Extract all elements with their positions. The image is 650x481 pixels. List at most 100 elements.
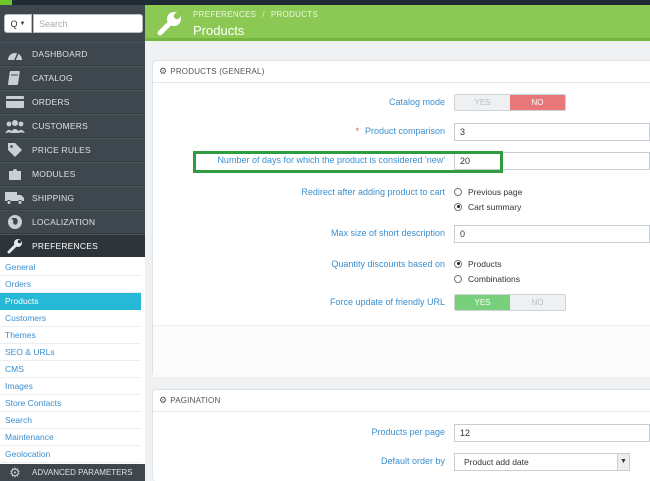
subnav-item-seo-urls[interactable]: SEO & URLs xyxy=(0,344,141,361)
nav-item-shipping[interactable]: SHIPPING xyxy=(0,186,145,210)
search-icon: Q xyxy=(10,18,18,29)
nav-item-label: PREFERENCES xyxy=(32,241,98,251)
product-comparison-label-text: Product comparison xyxy=(364,126,445,136)
short-desc-label: Max size of short description xyxy=(330,228,445,238)
nav-item-advanced-parameters[interactable]: ⚙ ADVANCED PARAMETERS xyxy=(0,464,145,481)
default-order-label: Default order by xyxy=(380,456,445,466)
pagination-panel: ⚙ PAGINATION Products per page 12 Defaul… xyxy=(152,389,650,481)
redirect-label: Redirect after adding product to cart xyxy=(301,187,445,197)
page-title: Products xyxy=(193,23,245,38)
per-page-row: Products per page 12 xyxy=(153,424,650,444)
per-page-label: Products per page xyxy=(371,427,445,437)
subnav-item-maintenance[interactable]: Maintenance xyxy=(0,429,141,446)
gears-icon: ⚙ xyxy=(9,464,21,480)
chevron-down-icon: ▼ xyxy=(19,20,26,27)
localization-icon xyxy=(4,213,26,231)
search-type-button[interactable]: Q ▼ xyxy=(4,14,32,33)
subnav-item-store-contacts[interactable]: Store Contacts xyxy=(0,395,141,412)
redirect-option-cart-summary[interactable]: Cart summary xyxy=(454,199,522,214)
highlight-box xyxy=(193,151,503,173)
page-header: PREFERENCES / PRODUCTS Products xyxy=(145,5,650,41)
modules-icon xyxy=(4,165,26,183)
catalog-mode-switch[interactable]: YES NO xyxy=(454,94,566,111)
per-page-input[interactable]: 12 xyxy=(454,424,650,442)
panel-footer xyxy=(153,325,650,377)
radio-button[interactable] xyxy=(454,187,462,196)
sidebar: Q ▼ DASHBOARD CATALOG ORDERS xyxy=(0,5,145,481)
default-order-select[interactable]: Product add date ▼ xyxy=(454,453,630,471)
subnav-item-geolocation[interactable]: Geolocation xyxy=(0,446,141,463)
nav-item-label: PRICE RULES xyxy=(32,145,91,155)
nav-item-price-rules[interactable]: PRICE RULES xyxy=(0,138,145,162)
friendly-url-yes[interactable]: YES xyxy=(455,295,510,310)
catalog-mode-yes[interactable]: YES xyxy=(455,95,510,110)
catalog-mode-label: Catalog mode xyxy=(388,97,445,107)
nav-item-dashboard[interactable]: DASHBOARD xyxy=(0,42,145,66)
catalog-mode-no[interactable]: NO xyxy=(510,95,565,110)
qty-discounts-options: Products Combinations xyxy=(454,256,520,286)
orders-icon xyxy=(4,93,26,111)
price-rules-icon xyxy=(4,141,26,159)
required-mark: * xyxy=(355,126,359,136)
main-nav: DASHBOARD CATALOG ORDERS CUSTOMERS PRICE… xyxy=(0,42,145,258)
subnav-item-general[interactable]: General xyxy=(0,259,141,276)
wrench-icon xyxy=(157,12,181,36)
product-comparison-input[interactable]: 3 xyxy=(454,123,650,141)
catalog-mode-row: Catalog mode YES NO xyxy=(153,94,650,114)
subnav-item-images[interactable]: Images xyxy=(0,378,141,395)
nav-item-label: LOCALIZATION xyxy=(32,217,96,227)
gears-icon: ⚙ xyxy=(159,66,168,76)
nav-item-label: MODULES xyxy=(32,169,76,179)
subnav-item-products[interactable]: Products xyxy=(0,293,141,310)
radio-label: Previous page xyxy=(468,186,523,197)
nav-item-localization[interactable]: LOCALIZATION xyxy=(0,210,145,234)
qty-discounts-option-products[interactable]: Products xyxy=(454,256,520,271)
redirect-option-previous-page[interactable]: Previous page xyxy=(454,184,522,199)
nav-item-customers[interactable]: CUSTOMERS xyxy=(0,114,145,138)
redirect-options: Previous page Cart summary xyxy=(454,184,522,214)
default-order-row: Default order by Product add date ▼ xyxy=(153,453,650,473)
radio-label: Combinations xyxy=(468,273,520,284)
chevron-down-icon[interactable]: ▼ xyxy=(617,454,629,470)
wrench-icon xyxy=(4,237,26,255)
nav-item-label: CUSTOMERS xyxy=(32,121,88,131)
nav-item-catalog[interactable]: CATALOG xyxy=(0,66,145,90)
redirect-row: Redirect after adding product to cart Pr… xyxy=(153,184,650,216)
nav-item-label: CATALOG xyxy=(32,73,73,83)
gears-icon: ⚙ xyxy=(159,395,168,405)
search-input[interactable] xyxy=(33,14,143,33)
subnav-item-search[interactable]: Search xyxy=(0,412,141,429)
nav-item-label: ORDERS xyxy=(32,97,70,107)
search-box: Q ▼ xyxy=(4,14,143,33)
nav-item-label: ADVANCED PARAMETERS xyxy=(32,468,133,477)
friendly-url-switch[interactable]: YES NO xyxy=(454,294,566,311)
breadcrumb: PREFERENCES / PRODUCTS xyxy=(193,10,318,19)
radio-button[interactable] xyxy=(454,202,462,211)
nav-item-label: SHIPPING xyxy=(32,193,75,203)
radio-label: Products xyxy=(468,258,502,269)
subnav-item-orders[interactable]: Orders xyxy=(0,276,141,293)
product-comparison-row: * Product comparison 3 xyxy=(153,123,650,143)
nav-item-modules[interactable]: MODULES xyxy=(0,162,145,186)
product-comparison-label: * Product comparison xyxy=(355,126,445,136)
nav-item-preferences[interactable]: PREFERENCES xyxy=(0,234,145,258)
breadcrumb-separator: / xyxy=(262,10,265,19)
panel-title: PRODUCTS (GENERAL) xyxy=(170,67,265,76)
dashboard-icon xyxy=(4,45,26,63)
radio-button[interactable] xyxy=(454,274,462,283)
preferences-subnav: General Orders Products Customers Themes… xyxy=(0,257,145,469)
short-desc-input[interactable]: 0 xyxy=(454,225,650,243)
subnav-item-customers[interactable]: Customers xyxy=(0,310,141,327)
breadcrumb-item[interactable]: PREFERENCES xyxy=(193,10,256,19)
breadcrumb-item: PRODUCTS xyxy=(270,10,319,19)
radio-button[interactable] xyxy=(454,259,462,268)
qty-discounts-label: Quantity discounts based on xyxy=(331,259,445,269)
products-general-panel: ⚙ PRODUCTS (GENERAL) Catalog mode YES NO… xyxy=(152,60,650,377)
nav-item-orders[interactable]: ORDERS xyxy=(0,90,145,114)
friendly-url-no[interactable]: NO xyxy=(510,295,565,310)
panel-title: PAGINATION xyxy=(170,396,221,405)
subnav-item-cms[interactable]: CMS xyxy=(0,361,141,378)
qty-discounts-option-combinations[interactable]: Combinations xyxy=(454,271,520,286)
panel-heading: ⚙ PRODUCTS (GENERAL) xyxy=(153,61,650,83)
subnav-item-themes[interactable]: Themes xyxy=(0,327,141,344)
